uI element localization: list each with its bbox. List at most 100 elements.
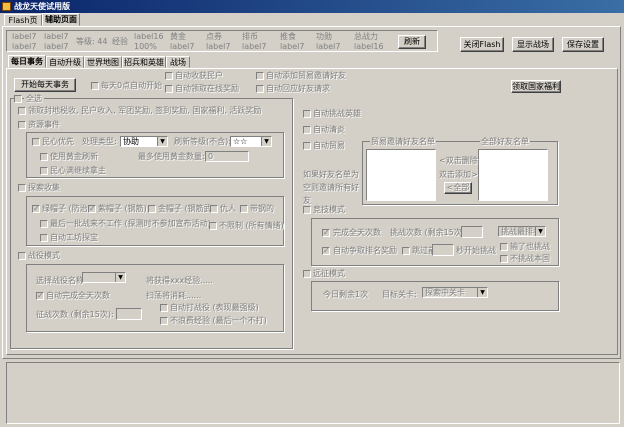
- select-all-label: 全选: [24, 94, 44, 104]
- max-gold-input[interactable]: 0: [205, 151, 249, 162]
- tab-world-map[interactable]: 世界地图: [84, 56, 122, 68]
- chevron-down-icon: ▼: [535, 227, 545, 236]
- hat-red-checkbox[interactable]: [32, 204, 40, 213]
- auto-start-checkbox[interactable]: [91, 82, 99, 90]
- status-gold-label: 黄金: [170, 32, 186, 41]
- refresh-button[interactable]: 刷新: [398, 35, 426, 49]
- hat-wood-checkbox[interactable]: [240, 205, 248, 213]
- hat-hero-checkbox[interactable]: [210, 205, 218, 213]
- auto-add-trade-checkbox[interactable]: [256, 72, 264, 80]
- auto-hit-enemy-checkbox[interactable]: [160, 304, 168, 312]
- competition-mode-checkbox[interactable]: [303, 206, 311, 214]
- tab-auto-upgrade[interactable]: 自动升级: [46, 56, 84, 68]
- auto-check-exp-checkbox[interactable]: [303, 126, 311, 134]
- challenge-select[interactable]: 挑战最排名 ▼: [498, 226, 546, 237]
- lose-challenge-checkbox[interactable]: [500, 243, 508, 251]
- start-daily-button[interactable]: 开始每天事务: [14, 78, 76, 92]
- all-button[interactable]: <全部: [444, 182, 472, 194]
- treasure-hunt-label: 探索收集: [28, 183, 60, 192]
- status-exp: 经验: [112, 37, 128, 46]
- status-coin-label: 排币: [242, 32, 258, 41]
- collect-items-checkbox[interactable]: [18, 107, 26, 115]
- challenge-count-label: 挑战次数 (剩余15次):: [390, 228, 468, 237]
- sweep-consume-label: 扫荡将消耗......: [146, 291, 202, 300]
- last-batch-label: 最后一批战来不工作 (探测时不参加宣布活动): [50, 219, 211, 228]
- auto-work-checkbox[interactable]: [40, 234, 48, 242]
- auto-work-label: 自动工坊探宝: [50, 233, 98, 242]
- select-all-checkbox[interactable]: [14, 95, 22, 103]
- tab-recruit-hero[interactable]: 招兵和英雄: [122, 56, 166, 68]
- mood-full-checkbox[interactable]: [40, 167, 48, 175]
- use-gold-refresh-checkbox[interactable]: [40, 153, 48, 161]
- no-exp-waste-label: 不浪费经验 (最后一个不打): [170, 316, 267, 325]
- no-challenge-same-checkbox[interactable]: [500, 255, 508, 263]
- no-limit-checkbox[interactable]: [209, 222, 217, 230]
- tab-daily[interactable]: 每日事务: [8, 55, 46, 68]
- mood-priority-checkbox[interactable]: [32, 138, 40, 146]
- max-gold-label: 最多使用黄金数量:: [138, 152, 205, 161]
- auto-online-reward-checkbox[interactable]: [165, 85, 173, 93]
- finish-day-count-label: 完成全天次数: [333, 228, 381, 237]
- double-click-remove: <双击删除: [439, 156, 478, 165]
- battle-count-input[interactable]: [116, 308, 142, 320]
- national-welfare-button[interactable]: 领取国家福利: [511, 80, 561, 93]
- tab-battlefield[interactable]: 战场: [166, 56, 190, 68]
- challenge-count-input[interactable]: [461, 226, 483, 238]
- auto-finish-all-label: 自动完成全天次数: [46, 291, 110, 300]
- auto-online-reward-label: 自动领取在线奖励: [175, 84, 239, 93]
- auto-collect-checkbox[interactable]: [165, 72, 173, 80]
- all-friends-title: 全部好友名单: [480, 137, 530, 147]
- trade-friends-list[interactable]: [366, 149, 436, 201]
- last-batch-checkbox[interactable]: [40, 220, 48, 228]
- process-type-select[interactable]: 协助 ▼: [120, 136, 168, 147]
- resource-events-checkbox[interactable]: [18, 121, 26, 129]
- tab-assist-page[interactable]: 辅助页面: [42, 13, 80, 26]
- double-click-add: 双击添加>: [439, 170, 478, 179]
- target-level-label: 目标关卡:: [382, 290, 417, 299]
- auto-trade-label: 自动贸易: [313, 141, 345, 150]
- chevron-down-icon: ▼: [115, 273, 125, 282]
- auto-reply-checkbox[interactable]: [256, 85, 264, 93]
- auto-open-checkbox[interactable]: [402, 247, 410, 255]
- status-food-value: label7: [280, 42, 305, 51]
- refresh-level-select[interactable]: ☆☆ ▼: [230, 136, 272, 147]
- status-exp-percent: 100%: [134, 42, 157, 51]
- save-settings-button[interactable]: 保存设置: [562, 37, 604, 52]
- title-bar: 战龙天使试用版: [0, 0, 624, 13]
- auto-start-label: 每天0点自动开始: [101, 81, 163, 90]
- close-flash-button[interactable]: 关闭Flash: [460, 37, 504, 52]
- hat-purple-checkbox[interactable]: [88, 204, 96, 213]
- app-icon: [2, 2, 11, 11]
- status-level: 等级: 44: [76, 37, 108, 46]
- auto-challenge-checkbox[interactable]: [303, 110, 311, 118]
- auto-fight-rank-checkbox[interactable]: [322, 246, 330, 255]
- show-battle-button[interactable]: 显示战场: [512, 37, 554, 52]
- status-label-2: label7: [44, 32, 69, 41]
- status-coin-value: label7: [242, 42, 267, 51]
- rescue-mode-checkbox[interactable]: [303, 270, 311, 278]
- log-area[interactable]: [6, 362, 620, 424]
- status-food-label: 推食: [280, 32, 296, 41]
- target-level-select[interactable]: 探索中关卡 ▼: [422, 287, 488, 298]
- status-label-16: label16: [134, 32, 164, 41]
- all-friends-list[interactable]: [478, 149, 548, 201]
- auto-trade-checkbox[interactable]: [303, 142, 311, 150]
- process-type-label: 处理类型:: [82, 137, 117, 146]
- hat-gold-checkbox[interactable]: [148, 205, 156, 213]
- seconds-start-label: 秒开始挑战: [456, 246, 496, 255]
- finish-day-count-checkbox[interactable]: [322, 228, 330, 237]
- skip-seconds-input[interactable]: [432, 244, 454, 256]
- auto-finish-all-checkbox[interactable]: [36, 291, 44, 300]
- battle-count-label: 征战次数 (剩余15次):: [36, 310, 114, 319]
- choose-battle-select[interactable]: ▼: [82, 272, 126, 283]
- tab-flash-page[interactable]: Flash页面: [4, 14, 42, 36]
- battle-mode-label: 战役模式: [28, 251, 60, 260]
- choose-battle-label: 选择战役名称: [36, 276, 84, 285]
- no-exp-waste-checkbox[interactable]: [160, 317, 168, 325]
- treasure-hunt-checkbox[interactable]: [18, 184, 26, 192]
- status-points-value: label7: [206, 42, 231, 51]
- battle-mode-checkbox[interactable]: [18, 252, 26, 260]
- status-power-label: 总战力: [354, 32, 378, 41]
- status-merit-label: 功勋: [316, 32, 332, 41]
- use-gold-refresh-label: 使用黄金刷新: [50, 152, 98, 161]
